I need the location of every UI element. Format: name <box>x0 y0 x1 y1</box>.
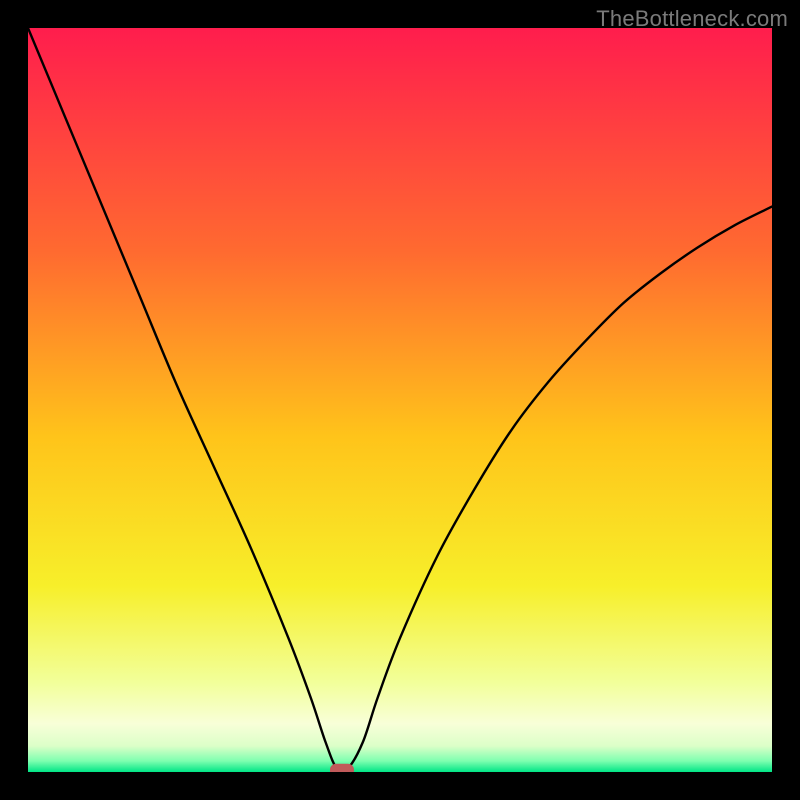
chart-svg <box>28 28 772 772</box>
chart-plot-area <box>28 28 772 772</box>
watermark-text: TheBottleneck.com <box>596 6 788 32</box>
chart-frame: TheBottleneck.com <box>0 0 800 800</box>
optimal-marker <box>330 764 354 772</box>
gradient-background <box>28 28 772 772</box>
